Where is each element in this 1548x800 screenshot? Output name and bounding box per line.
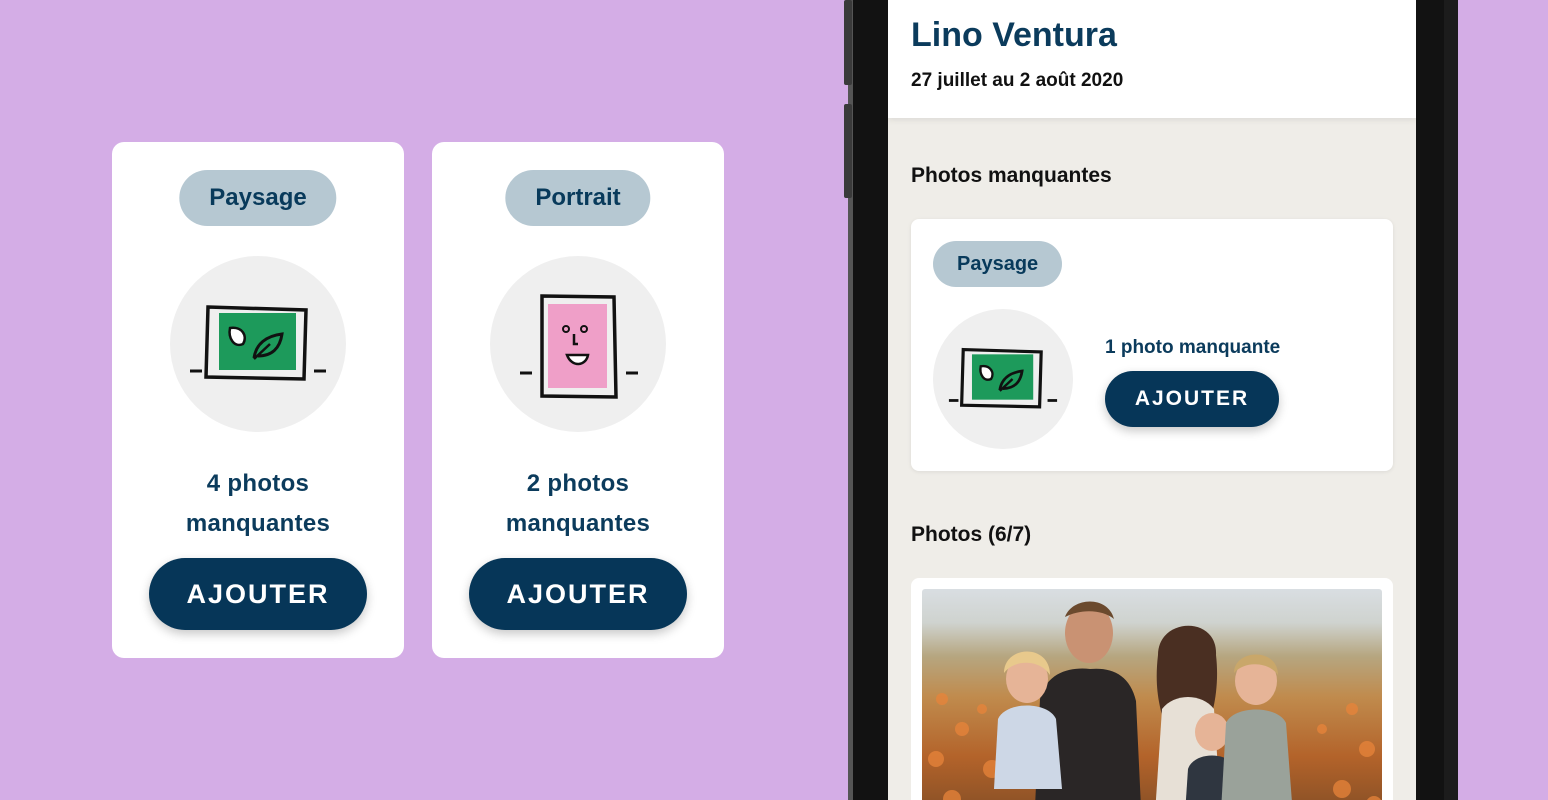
missing-count-line1: 4 photos [206, 470, 310, 497]
family-photo[interactable] [922, 589, 1382, 800]
card-paysage: Paysage 4 photos manquantes AJOUTER [112, 142, 404, 658]
missing-count-line1: 2 photos [526, 470, 630, 497]
add-button[interactable]: AJOUTER [469, 558, 687, 630]
phone-mockup: Lino Ventura 27 juillet au 2 août 2020 P… [844, 0, 1458, 800]
phone-screen: Lino Ventura 27 juillet au 2 août 2020 P… [888, 0, 1416, 800]
add-button[interactable]: AJOUTER [1105, 371, 1279, 427]
missing-count: 1 photo manquante [1105, 337, 1281, 358]
tag-paysage: Paysage [179, 170, 337, 226]
section-heading-photos: Photos (6/7) [911, 523, 1032, 546]
portrait-frame-icon [490, 256, 666, 432]
date-range: 27 juillet au 2 août 2020 [911, 70, 1124, 91]
tag-portrait: Portrait [505, 170, 651, 226]
phone-side-button [844, 104, 852, 198]
photo-card[interactable] [911, 578, 1393, 800]
missing-count: 2 photos manquantes [432, 464, 724, 544]
add-button[interactable]: AJOUTER [149, 558, 367, 630]
section-heading-missing: Photos manquantes [911, 164, 1112, 187]
page-title: Lino Ventura [911, 16, 1117, 54]
missing-count-line2: manquantes [505, 510, 651, 537]
phone-side-button [844, 0, 852, 85]
missing-count-line2: manquantes [185, 510, 331, 537]
landscape-frame-icon [933, 309, 1073, 449]
tag-paysage: Paysage [933, 241, 1063, 287]
landscape-frame-icon [170, 256, 346, 432]
card-portrait: Portrait 2 photos manquantes AJOUTER [432, 142, 724, 658]
missing-photo-card: Paysage 1 photo manquante AJOUTER [911, 219, 1393, 471]
phone-edge [1444, 0, 1458, 800]
app-header: Lino Ventura 27 juillet au 2 août 2020 [888, 0, 1416, 118]
missing-count: 4 photos manquantes [112, 464, 404, 544]
